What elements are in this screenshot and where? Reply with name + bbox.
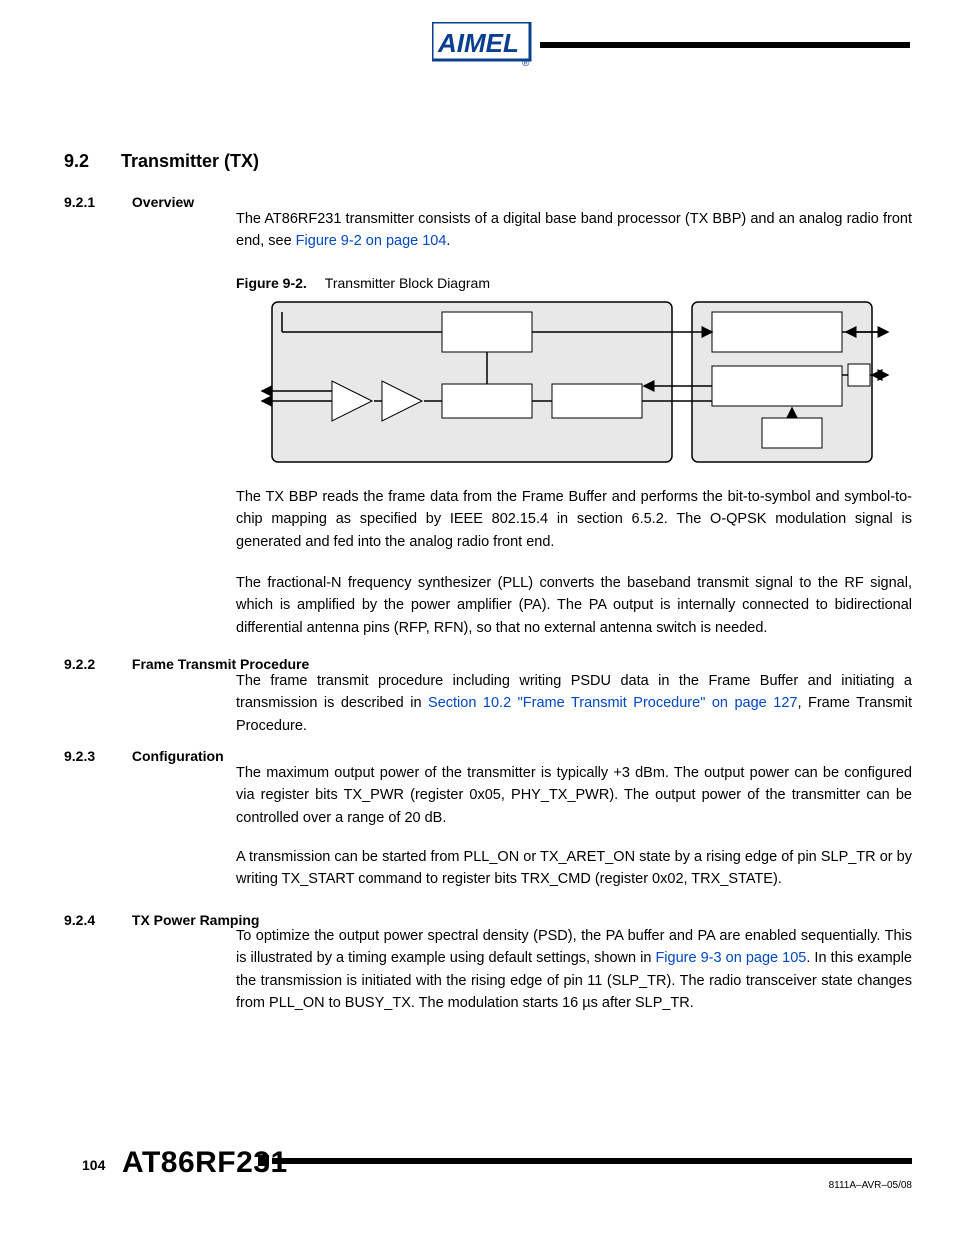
atmel-logo: AIMEL ® <box>432 22 532 68</box>
paragraph: The TX BBP reads the frame data from the… <box>236 486 912 553</box>
subsection-heading: 9.2.1 Overview <box>64 192 194 214</box>
paragraph: To optimize the output power spectral de… <box>236 925 912 1015</box>
subsection-title: Configuration <box>132 748 224 764</box>
figure-number: Figure 9-2. <box>236 275 307 291</box>
section-number: 9.2 <box>64 148 116 176</box>
subsection-number: 9.2.4 <box>64 910 128 932</box>
section-title: Transmitter (TX) <box>121 151 259 171</box>
xref-link[interactable]: Figure 9-3 on page 105 <box>655 950 806 966</box>
footer-rule <box>272 1158 912 1164</box>
paragraph: A transmission can be started from PLL_O… <box>236 846 912 891</box>
paragraph: The frame transmit procedure including w… <box>236 670 912 737</box>
subsection-number: 9.2.3 <box>64 746 128 768</box>
doc-id: 8111A–AVR–05/08 <box>829 1178 912 1194</box>
figure-caption: Transmitter Block Diagram <box>325 275 490 291</box>
svg-text:AIMEL: AIMEL <box>437 28 519 58</box>
subsection-title: Overview <box>132 194 194 210</box>
subsection-number: 9.2.2 <box>64 654 128 676</box>
text: . <box>446 233 450 249</box>
subsection-number: 9.2.1 <box>64 192 128 214</box>
subsection-heading: 9.2.4 TX Power Ramping <box>64 910 259 932</box>
paragraph: The fractional-N frequency synthesizer (… <box>236 572 912 639</box>
section-heading: 9.2 Transmitter (TX) <box>64 148 259 176</box>
paragraph: The maximum output power of the transmit… <box>236 762 912 829</box>
transmitter-block-diagram <box>252 296 892 472</box>
subsection-heading: 9.2.3 Configuration <box>64 746 224 768</box>
xref-link[interactable]: Section 10.2 "Frame Transmit Procedure" … <box>428 695 797 711</box>
header-rule <box>540 42 910 48</box>
page-number: 104 <box>82 1155 105 1177</box>
paragraph: The AT86RF231 transmitter consists of a … <box>236 208 912 253</box>
figure-label: Figure 9-2. Transmitter Block Diagram <box>236 273 912 295</box>
xref-link[interactable]: Figure 9-2 on page 104 <box>296 233 447 249</box>
svg-text:®: ® <box>522 58 530 68</box>
